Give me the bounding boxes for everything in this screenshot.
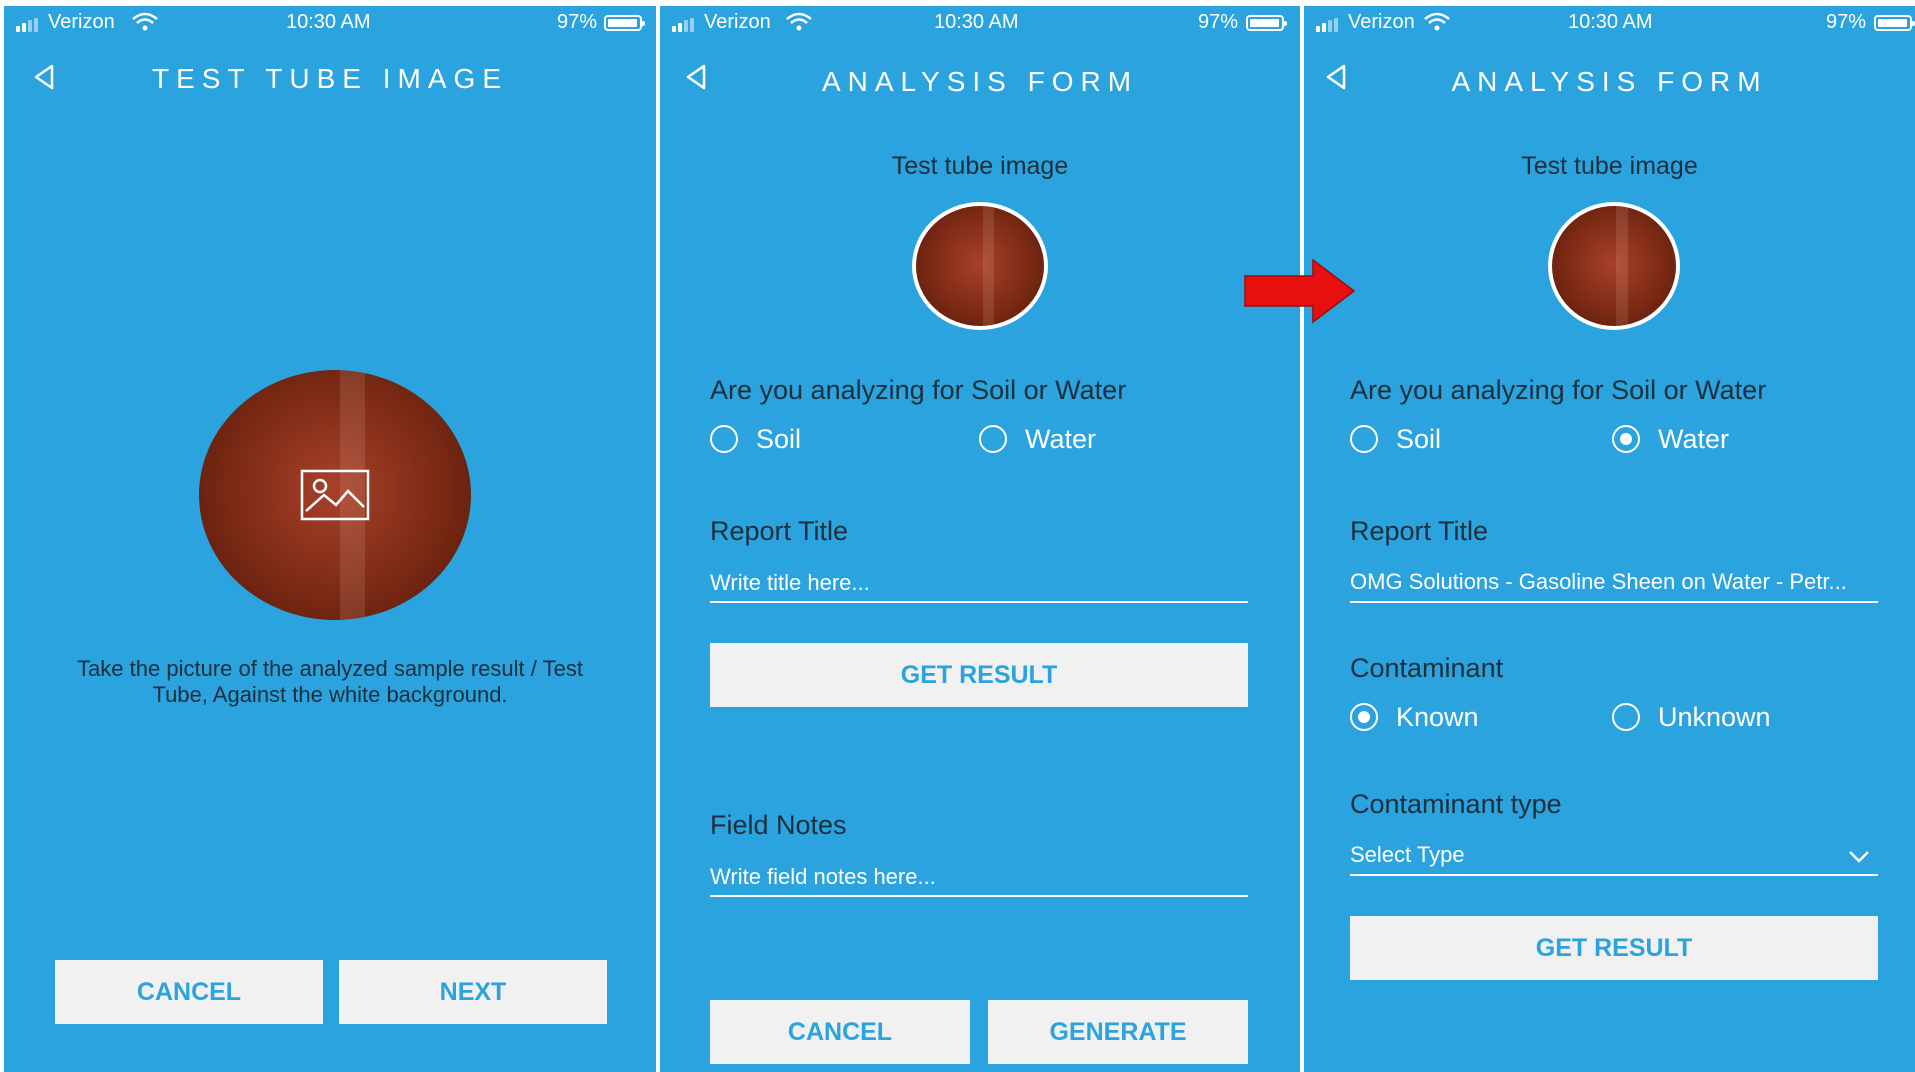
page-title: ANALYSIS FORM bbox=[821, 66, 1139, 97]
radio-soil[interactable]: Soil bbox=[710, 422, 801, 456]
contaminant-label: Contaminant bbox=[1350, 653, 1504, 683]
wifi-icon bbox=[786, 12, 812, 31]
radio-unknown-circle[interactable] bbox=[1612, 703, 1640, 731]
battery-icon bbox=[1246, 15, 1287, 31]
status-bar: Verizon 10:30 AM 97% bbox=[1304, 6, 1915, 40]
field-notes-label: Field Notes bbox=[710, 810, 847, 840]
cancel-button[interactable]: CANCEL bbox=[710, 1000, 970, 1064]
status-bar: Verizon 10:30 AM 97% bbox=[4, 6, 656, 40]
status-bar: Verizon 10:30 AM 97% bbox=[660, 6, 1300, 40]
select-value: Select Type bbox=[1350, 842, 1465, 867]
battery-icon bbox=[1874, 15, 1915, 31]
get-result-button[interactable]: GET RESULT bbox=[1350, 916, 1878, 980]
wifi-icon bbox=[1424, 12, 1450, 31]
clock: 10:30 AM bbox=[1568, 11, 1653, 33]
red-arrow-icon bbox=[1244, 258, 1356, 324]
field-notes-input[interactable] bbox=[710, 859, 1248, 897]
carrier: Verizon bbox=[1348, 11, 1415, 33]
report-title-input[interactable]: OMG Solutions - Gasoline Sheen on Water … bbox=[1350, 565, 1878, 603]
radio-unknown[interactable]: Unknown bbox=[1612, 700, 1771, 734]
instruction-text: Take the picture of the analyzed sample … bbox=[77, 656, 583, 707]
tube-image-label: Test tube image bbox=[1521, 152, 1698, 180]
tube-image-label: Test tube image bbox=[891, 152, 1069, 180]
page-title: TEST TUBE IMAGE bbox=[151, 63, 508, 94]
image-placeholder-icon bbox=[300, 469, 370, 521]
radio-soil[interactable]: Soil bbox=[1350, 422, 1441, 456]
radio-water-circle[interactable] bbox=[979, 425, 1007, 453]
signal-icon bbox=[16, 18, 42, 32]
report-title-label: Report Title bbox=[710, 516, 849, 546]
signal-icon bbox=[1316, 18, 1342, 32]
contaminant-type-select[interactable]: Select Type bbox=[1350, 838, 1878, 876]
battery-percent: 97% bbox=[1826, 11, 1867, 33]
signal-icon bbox=[672, 18, 698, 32]
medium-question: Are you analyzing for Soil or Water bbox=[1350, 375, 1767, 405]
generate-button[interactable]: GENERATE bbox=[988, 1000, 1248, 1064]
radio-known[interactable]: Known bbox=[1350, 700, 1479, 734]
contaminant-type-label: Contaminant type bbox=[1350, 789, 1562, 819]
battery-icon bbox=[604, 15, 645, 31]
medium-question: Are you analyzing for Soil or Water bbox=[710, 375, 1127, 405]
radio-water-circle[interactable] bbox=[1612, 425, 1640, 453]
clock: 10:30 AM bbox=[934, 11, 1019, 33]
radio-water[interactable]: Water bbox=[979, 422, 1096, 456]
next-button[interactable]: NEXT bbox=[339, 960, 607, 1024]
get-result-button[interactable]: GET RESULT bbox=[710, 643, 1248, 707]
clock: 10:30 AM bbox=[286, 11, 371, 33]
page-title: ANALYSIS FORM bbox=[1451, 66, 1768, 97]
radio-soil-circle[interactable] bbox=[1350, 425, 1378, 453]
cancel-button[interactable]: CANCEL bbox=[55, 960, 323, 1024]
wifi-icon bbox=[132, 12, 158, 31]
radio-water[interactable]: Water bbox=[1612, 422, 1729, 456]
tube-image-thumbnail bbox=[912, 202, 1048, 330]
screen-analysis-form-filled: Verizon 10:30 AM 97% ANALYSIS FORM Test … bbox=[1304, 6, 1915, 1072]
chevron-down-icon bbox=[1849, 851, 1869, 863]
battery-percent: 97% bbox=[557, 11, 598, 33]
tube-image-thumbnail bbox=[1548, 202, 1680, 330]
report-title-label: Report Title bbox=[1350, 516, 1489, 546]
carrier: Verizon bbox=[704, 11, 771, 33]
carrier: Verizon bbox=[48, 11, 115, 33]
tube-image-preview[interactable] bbox=[199, 370, 471, 620]
radio-soil-circle[interactable] bbox=[710, 425, 738, 453]
radio-known-circle[interactable] bbox=[1350, 703, 1378, 731]
screen-analysis-form-empty: Verizon 10:30 AM 97% ANALYSIS FORM Test … bbox=[660, 6, 1300, 1072]
report-title-input[interactable] bbox=[710, 565, 1248, 603]
battery-percent: 97% bbox=[1198, 11, 1239, 33]
screen-test-tube-image: Verizon 10:30 AM 97% TEST TUBE IMAGE Tak… bbox=[4, 6, 656, 1072]
